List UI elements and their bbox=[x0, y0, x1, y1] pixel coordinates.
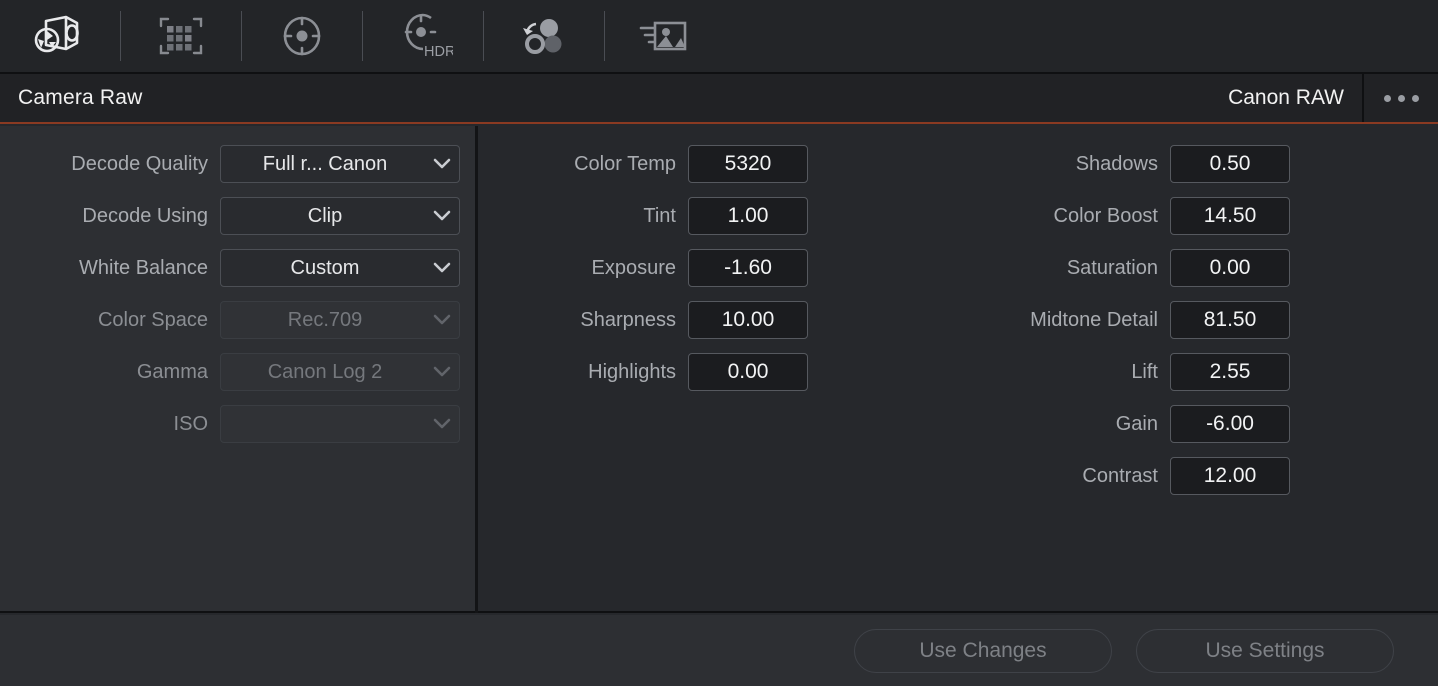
toolbar-item-color-match[interactable] bbox=[121, 0, 241, 72]
control-row-decode-using: Decode Using Clip bbox=[0, 197, 460, 235]
decode-using-value: Clip bbox=[221, 205, 425, 228]
control-row-exposure: Exposure -1.60 bbox=[478, 249, 808, 287]
iso-label: ISO bbox=[8, 413, 220, 436]
ellipsis-icon bbox=[1412, 95, 1419, 102]
motion-effects-icon bbox=[636, 14, 694, 58]
control-row-saturation: Saturation 0.00 bbox=[955, 249, 1290, 287]
lift-label: Lift bbox=[968, 361, 1170, 384]
contrast-input[interactable]: 12.00 bbox=[1170, 457, 1290, 495]
panel-body: Decode Quality Full r... Canon Decode Us… bbox=[0, 126, 1438, 613]
shadows-label: Shadows bbox=[968, 153, 1170, 176]
control-row-iso: ISO bbox=[0, 405, 460, 443]
control-row-sharpness: Sharpness 10.00 bbox=[478, 301, 808, 339]
panel-header: Camera Raw Canon RAW bbox=[0, 74, 1438, 124]
decode-quality-label: Decode Quality bbox=[8, 153, 220, 176]
control-row-color-boost: Color Boost 14.50 bbox=[955, 197, 1290, 235]
color-temp-input[interactable]: 5320 bbox=[688, 145, 808, 183]
shadows-input[interactable]: 0.50 bbox=[1170, 145, 1290, 183]
control-row-contrast: Contrast 12.00 bbox=[955, 457, 1290, 495]
color-controls-column: Shadows 0.50 Color Boost 14.50 Saturatio… bbox=[955, 145, 1290, 509]
toolbar-item-color-wheels[interactable] bbox=[242, 0, 362, 72]
camera-raw-panel: HDR bbox=[0, 0, 1438, 686]
gain-input[interactable]: -6.00 bbox=[1170, 405, 1290, 443]
decode-quality-value: Full r... Canon bbox=[221, 153, 425, 176]
chevron-down-icon bbox=[425, 314, 459, 326]
white-balance-value: Custom bbox=[221, 257, 425, 280]
chevron-down-icon bbox=[425, 262, 459, 274]
toolbar-item-camera-raw[interactable] bbox=[0, 0, 120, 72]
hdr-wheels-icon: HDR bbox=[393, 11, 453, 61]
control-row-lift: Lift 2.55 bbox=[955, 353, 1290, 391]
color-boost-label: Color Boost bbox=[968, 205, 1170, 228]
color-space-dropdown[interactable]: Rec.709 bbox=[220, 301, 460, 339]
lift-input[interactable]: 2.55 bbox=[1170, 353, 1290, 391]
sharpness-label: Sharpness bbox=[491, 309, 688, 332]
chevron-down-icon bbox=[425, 158, 459, 170]
iso-dropdown[interactable] bbox=[220, 405, 460, 443]
use-settings-button[interactable]: Use Settings bbox=[1136, 629, 1394, 673]
tint-label: Tint bbox=[491, 205, 688, 228]
highlights-input[interactable]: 0.00 bbox=[688, 353, 808, 391]
color-boost-input[interactable]: 14.50 bbox=[1170, 197, 1290, 235]
chevron-down-icon bbox=[425, 418, 459, 430]
control-row-shadows: Shadows 0.50 bbox=[955, 145, 1290, 183]
ellipsis-icon bbox=[1398, 95, 1405, 102]
palette-toolbar: HDR bbox=[0, 0, 1438, 74]
control-row-highlights: Highlights 0.00 bbox=[478, 353, 808, 391]
raw-format-label: Canon RAW bbox=[1228, 86, 1362, 110]
color-temp-label: Color Temp bbox=[491, 153, 688, 176]
color-wheels-icon bbox=[277, 13, 327, 59]
exposure-input[interactable]: -1.60 bbox=[688, 249, 808, 287]
control-row-gamma: Gamma Canon Log 2 bbox=[0, 353, 460, 391]
decode-quality-dropdown[interactable]: Full r... Canon bbox=[220, 145, 460, 183]
decode-using-dropdown[interactable]: Clip bbox=[220, 197, 460, 235]
control-row-color-space: Color Space Rec.709 bbox=[0, 301, 460, 339]
control-row-tint: Tint 1.00 bbox=[478, 197, 808, 235]
decode-using-label: Decode Using bbox=[8, 205, 220, 228]
tint-input[interactable]: 1.00 bbox=[688, 197, 808, 235]
gain-label: Gain bbox=[968, 413, 1170, 436]
use-changes-button[interactable]: Use Changes bbox=[854, 629, 1112, 673]
color-space-value: Rec.709 bbox=[221, 309, 425, 332]
gamma-dropdown[interactable]: Canon Log 2 bbox=[220, 353, 460, 391]
white-balance-dropdown[interactable]: Custom bbox=[220, 249, 460, 287]
panel-options-button[interactable] bbox=[1364, 74, 1438, 122]
toolbar-item-motion-effects[interactable] bbox=[605, 0, 725, 72]
contrast-label: Contrast bbox=[968, 465, 1170, 488]
exposure-label: Exposure bbox=[491, 257, 688, 280]
control-row-midtone-detail: Midtone Detail 81.50 bbox=[955, 301, 1290, 339]
midtone-detail-input[interactable]: 81.50 bbox=[1170, 301, 1290, 339]
color-match-icon bbox=[155, 13, 207, 59]
toolbar-item-rgb-mixer[interactable] bbox=[484, 0, 604, 72]
toolbar-item-hdr-wheels[interactable]: HDR bbox=[363, 0, 483, 72]
gamma-label: Gamma bbox=[8, 361, 220, 384]
highlights-label: Highlights bbox=[491, 361, 688, 384]
ellipsis-icon bbox=[1384, 95, 1391, 102]
chevron-down-icon bbox=[425, 366, 459, 378]
control-row-color-temp: Color Temp 5320 bbox=[478, 145, 808, 183]
decode-controls-column: Decode Quality Full r... Canon Decode Us… bbox=[0, 145, 460, 457]
control-row-decode-quality: Decode Quality Full r... Canon bbox=[0, 145, 460, 183]
rgb-mixer-icon bbox=[517, 14, 571, 58]
color-space-label: Color Space bbox=[8, 309, 220, 332]
control-row-gain: Gain -6.00 bbox=[955, 405, 1290, 443]
chevron-down-icon bbox=[425, 210, 459, 222]
page-title: Camera Raw bbox=[18, 86, 143, 110]
midtone-detail-label: Midtone Detail bbox=[968, 309, 1170, 332]
panel-footer: Use Changes Use Settings bbox=[0, 615, 1438, 686]
white-balance-label: White Balance bbox=[8, 257, 220, 280]
saturation-label: Saturation bbox=[968, 257, 1170, 280]
svg-text:HDR: HDR bbox=[424, 44, 453, 60]
sharpness-input[interactable]: 10.00 bbox=[688, 301, 808, 339]
control-row-white-balance: White Balance Custom bbox=[0, 249, 460, 287]
tone-controls-column: Color Temp 5320 Tint 1.00 Exposure -1.60… bbox=[478, 145, 808, 405]
camera-raw-icon bbox=[32, 13, 88, 59]
gamma-value: Canon Log 2 bbox=[221, 361, 425, 384]
saturation-input[interactable]: 0.00 bbox=[1170, 249, 1290, 287]
